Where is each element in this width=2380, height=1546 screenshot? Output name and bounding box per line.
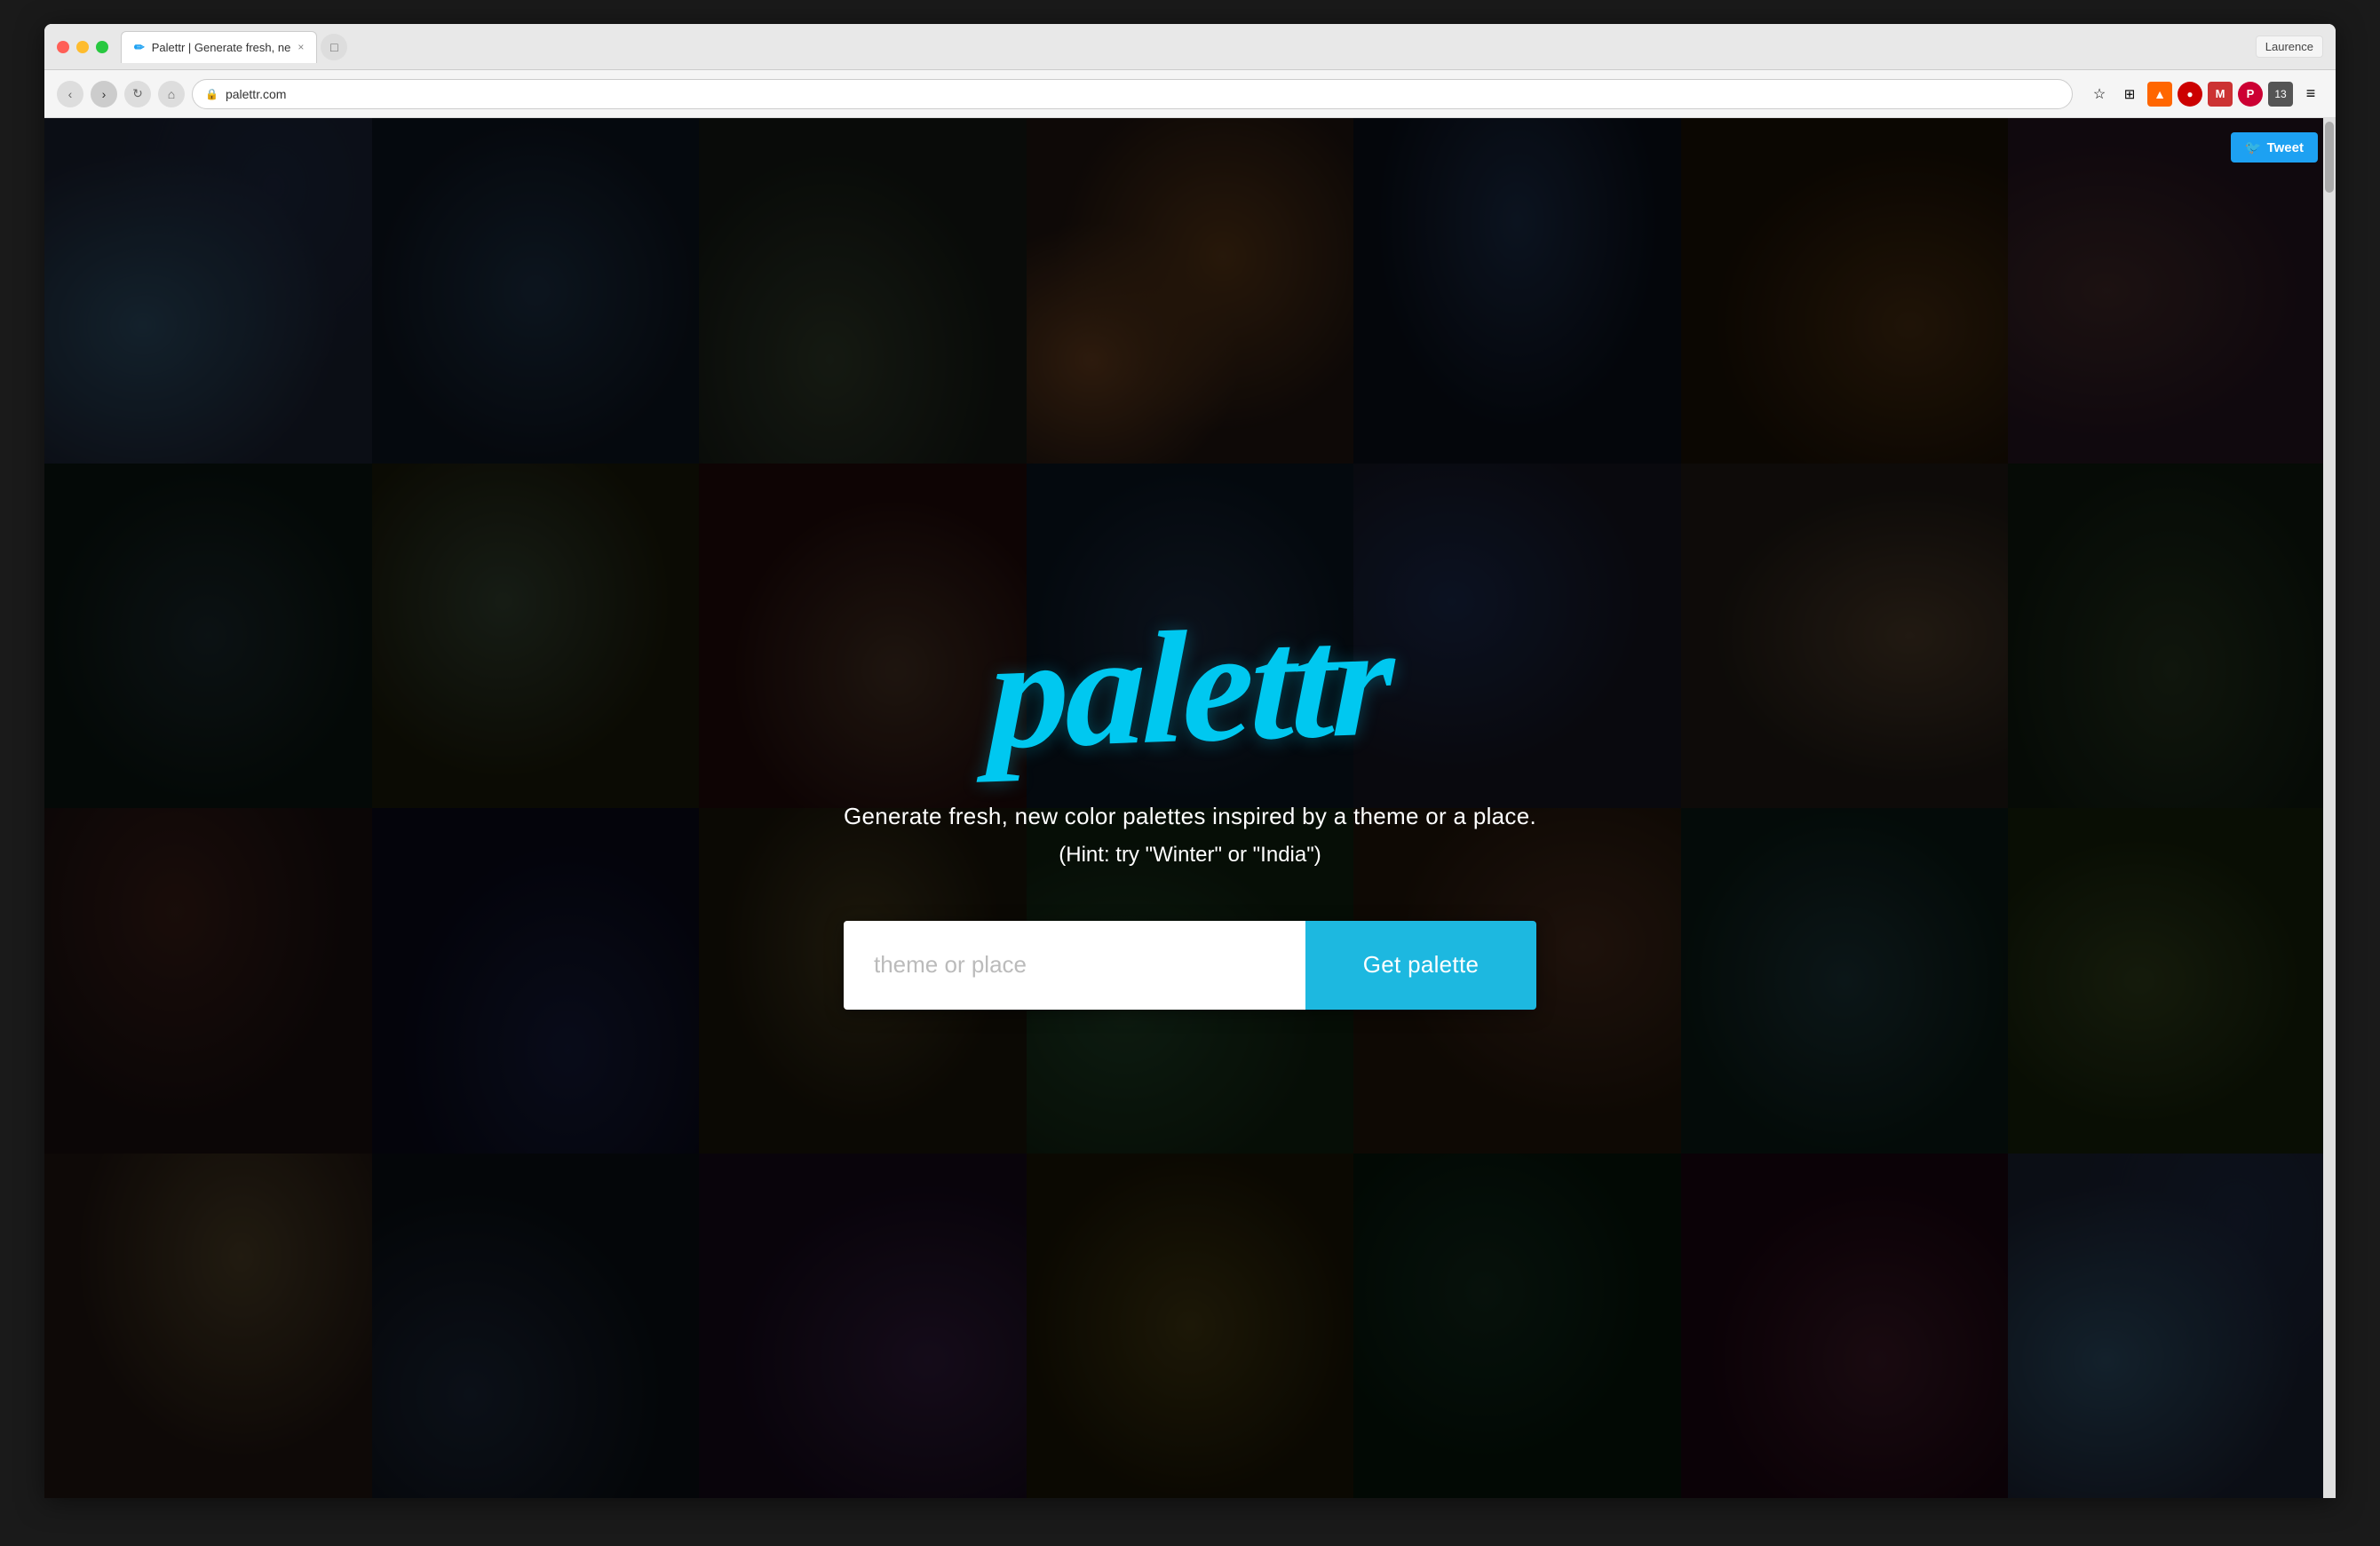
address-bar[interactable]: 🔒 palettr.com [192,79,2073,109]
site-logo: palettr [988,600,1392,774]
browser-frame: ✏ Palettr | Generate fresh, ne × □ Laure… [44,24,2336,1498]
pinterest-button[interactable]: P [2238,82,2263,107]
refresh-button[interactable]: ↻ [124,81,151,107]
forward-button[interactable]: › [91,81,117,107]
browser-toolbar-icons: ☆ ⊞ ▲ ● M P 13 ≡ [2087,82,2323,107]
tab-title: Palettr | Generate fresh, ne [152,41,291,54]
twitter-bird-icon: 🐦 [2245,139,2262,155]
scrollbar[interactable] [2323,118,2336,1498]
home-button[interactable]: ⌂ [158,81,185,107]
gmail-button[interactable]: M [2208,82,2233,107]
layers-icon-button[interactable]: ⊞ [2117,82,2142,107]
title-bar: ✏ Palettr | Generate fresh, ne × □ Laure… [44,24,2336,70]
tweet-button-label: Tweet [2267,140,2304,155]
tab-close-button[interactable]: × [298,41,304,53]
refresh-icon: ↻ [132,86,143,101]
back-button[interactable]: ‹ [57,81,83,107]
hero-section: palettr Generate fresh, new color palett… [44,118,2336,1498]
tweet-button[interactable]: 🐦 Tweet [2231,132,2318,163]
notification-button[interactable]: ● [2178,82,2202,107]
window-controls [57,41,108,53]
url-text: palettr.com [226,87,286,101]
get-palette-button[interactable]: Get palette [1305,921,1536,1010]
scrollbar-thumb[interactable] [2325,122,2334,193]
search-form: Get palette [844,921,1536,1010]
theme-input[interactable] [844,921,1305,1010]
tagline-text: Generate fresh, new color palettes inspi… [844,803,1536,830]
tab-favicon: ✏ [134,40,145,55]
minimize-window-button[interactable] [76,41,89,53]
extension-number-button[interactable]: 13 [2268,82,2293,107]
menu-button[interactable]: ≡ [2298,82,2323,107]
page-content: 🐦 Tweet palettr Generate fresh, new colo… [44,118,2336,1498]
bookmark-star-button[interactable]: ☆ [2087,82,2112,107]
new-tab-button[interactable]: □ [321,34,347,60]
user-profile-label[interactable]: Laurence [2256,36,2323,58]
forward-icon: › [102,87,107,101]
lock-icon: 🔒 [205,88,218,100]
share-button[interactable]: ▲ [2147,82,2172,107]
close-window-button[interactable] [57,41,69,53]
back-icon: ‹ [68,87,73,101]
nav-bar: ‹ › ↻ ⌂ 🔒 palettr.com ☆ ⊞ ▲ ● M P 13 ≡ [44,70,2336,118]
home-icon: ⌂ [168,87,175,101]
maximize-window-button[interactable] [96,41,108,53]
tab-bar: ✏ Palettr | Generate fresh, ne × □ [121,31,2256,63]
active-tab[interactable]: ✏ Palettr | Generate fresh, ne × [121,31,317,63]
hint-text: (Hint: try "Winter" or "India") [1059,843,1321,868]
